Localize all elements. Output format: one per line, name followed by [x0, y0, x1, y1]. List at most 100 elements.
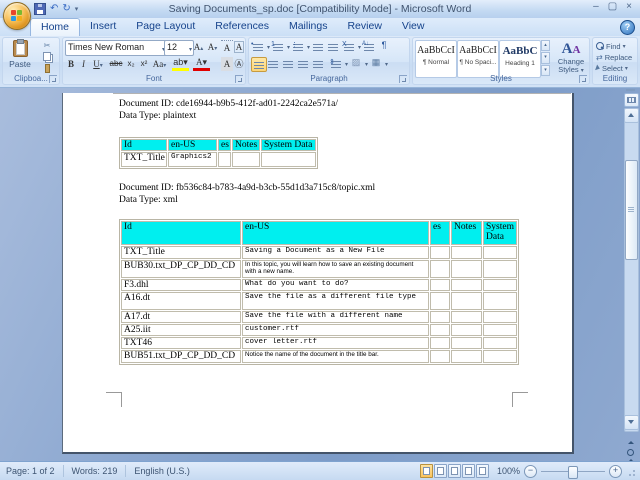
tab-references[interactable]: References	[205, 18, 279, 36]
table-2: Id en-US es Notes System Data TXT_Title …	[119, 219, 519, 365]
select-button[interactable]: Select ▾	[595, 63, 628, 73]
paragraph-dialog-launcher-icon[interactable]	[399, 75, 407, 83]
table-row: BUB30.txt_DP_CP_DD_CD In this topic, you…	[121, 260, 517, 278]
tab-view[interactable]: View	[392, 18, 435, 36]
align-center-button[interactable]	[266, 57, 280, 70]
print-layout-view-button[interactable]	[419, 464, 433, 478]
page-top-line	[113, 93, 571, 94]
style-heading1[interactable]: AaBbC Heading 1	[499, 40, 541, 78]
show-hide-pilcrow-button[interactable]: ¶	[377, 40, 391, 53]
cut-button[interactable]: ✂	[39, 40, 55, 51]
justify-button[interactable]	[296, 57, 310, 70]
cell-system-data	[483, 350, 517, 363]
distribute-button[interactable]	[311, 57, 325, 70]
tab-home[interactable]: Home	[30, 18, 81, 36]
maximize-button[interactable]: ▢	[608, 1, 617, 12]
cell-system-data	[483, 292, 517, 310]
find-button[interactable]: Find ▾	[596, 41, 626, 51]
office-button[interactable]	[3, 2, 31, 30]
save-icon[interactable]	[34, 3, 46, 15]
full-screen-reading-view-button[interactable]	[433, 464, 447, 478]
scroll-down-button[interactable]	[624, 415, 639, 430]
paste-button[interactable]: Paste	[6, 39, 34, 75]
help-icon[interactable]: ?	[620, 20, 635, 35]
scroll-up-button[interactable]	[624, 108, 639, 123]
zoom-slider-thumb[interactable]	[568, 466, 578, 479]
font-group-label: Font	[145, 74, 162, 83]
cell-notes	[451, 337, 482, 349]
word-count[interactable]: Words: 219	[72, 466, 118, 476]
font-color-button[interactable]: A▾	[192, 57, 211, 71]
split-handle[interactable]	[626, 89, 635, 91]
redo-icon[interactable]: ↻	[62, 3, 70, 15]
change-case-button[interactable]: Aa▾	[151, 57, 168, 71]
underline-button[interactable]: U▾	[90, 57, 106, 71]
tab-review[interactable]: Review	[337, 18, 391, 36]
zoom-in-button[interactable]: +	[609, 464, 622, 478]
tab-insert[interactable]: Insert	[80, 18, 126, 36]
borders-button[interactable]: ▦ ▾	[369, 57, 388, 70]
table-row: A25.iit customer.rtf	[121, 324, 517, 336]
strikethrough-button[interactable]: abc	[108, 57, 124, 71]
superscript-button[interactable]: x²	[138, 57, 150, 71]
character-shading-button[interactable]: A	[221, 57, 233, 71]
scrollbar-thumb[interactable]	[625, 160, 638, 260]
italic-button[interactable]: I	[78, 57, 89, 71]
enclose-characters-button[interactable]: Ⓐ	[233, 57, 245, 71]
zoom-out-button[interactable]: −	[524, 464, 537, 478]
phonetic-guide-button[interactable]: A	[221, 40, 233, 55]
increase-indent-button[interactable]	[326, 40, 340, 53]
styles-dialog-launcher-icon[interactable]	[579, 75, 587, 83]
bullets-button[interactable]: • ▾	[251, 40, 270, 53]
font-name-combo[interactable]: Times New Roman ▾	[65, 40, 167, 56]
outline-view-button[interactable]	[461, 464, 475, 478]
copy-button[interactable]	[39, 52, 55, 63]
clipboard-dialog-launcher-icon[interactable]	[49, 75, 57, 83]
scrollbar-track[interactable]	[624, 108, 639, 432]
table-row: TXT_Title Saving a Document as a New Fil…	[121, 246, 517, 259]
undo-icon[interactable]: ↶	[50, 3, 58, 15]
zoom-slider[interactable]	[541, 465, 605, 479]
decrease-indent-button[interactable]	[311, 40, 325, 53]
cell-notes	[451, 292, 482, 310]
styles-scroll-up-icon[interactable]: ▴	[541, 40, 550, 52]
styles-scroll-down-icon[interactable]: ▾	[541, 52, 550, 64]
draft-view-button[interactable]	[475, 464, 489, 478]
language-indicator[interactable]: English (U.S.)	[134, 466, 190, 476]
header-cell: es	[430, 221, 450, 245]
font-size-combo[interactable]: 12 ▾	[164, 40, 194, 56]
previous-page-button[interactable]	[624, 431, 637, 461]
page-indicator[interactable]: Page: 1 of 2	[6, 466, 55, 476]
zoom-level[interactable]: 100%	[497, 466, 520, 476]
replace-button[interactable]: ⇄ Replace	[596, 52, 632, 62]
font-dialog-launcher-icon[interactable]	[235, 75, 243, 83]
character-border-button[interactable]: A	[233, 40, 245, 54]
document-page[interactable]: Document ID: cde16944-b9b5-412f-ad01-224…	[62, 93, 574, 454]
next-page-button[interactable]	[624, 452, 637, 461]
customize-qat-icon[interactable]: ▾	[75, 5, 79, 13]
align-right-button[interactable]	[281, 57, 295, 70]
multilevel-list-button[interactable]: ⋮ ▾	[291, 40, 310, 53]
bold-button[interactable]: B	[65, 57, 77, 71]
shrink-font-button[interactable]: A▾	[206, 40, 219, 54]
highlight-color-button[interactable]: ab▾	[171, 57, 190, 71]
style-normal[interactable]: AaBbCcI ¶ Normal	[415, 40, 457, 78]
shading-button[interactable]: ▨ ▾	[349, 57, 368, 70]
close-button[interactable]: ×	[626, 1, 632, 12]
minimize-button[interactable]: –	[593, 1, 599, 12]
ruler-toggle-button[interactable]	[624, 93, 639, 107]
sort-button[interactable]: A↓	[362, 40, 376, 53]
tab-page-layout[interactable]: Page Layout	[126, 18, 205, 36]
resize-grip-icon[interactable]	[626, 465, 636, 477]
web-layout-view-button[interactable]	[447, 464, 461, 478]
grow-font-button[interactable]: A▴	[192, 40, 205, 54]
numbering-button[interactable]: 1 ▾	[271, 40, 290, 53]
styles-gallery-scroll: ▴ ▾ ▾	[541, 40, 550, 76]
align-left-button[interactable]	[251, 57, 267, 72]
line-spacing-button[interactable]: ⇕ ▾	[329, 57, 348, 70]
subscript-button[interactable]: x₂	[125, 57, 137, 71]
asian-layout-button[interactable]: X ▾	[342, 40, 361, 53]
style-no-spacing[interactable]: AaBbCcI ¶ No Spaci...	[457, 40, 499, 78]
cell-id: A25.iit	[121, 324, 241, 336]
tab-mailings[interactable]: Mailings	[279, 18, 338, 36]
